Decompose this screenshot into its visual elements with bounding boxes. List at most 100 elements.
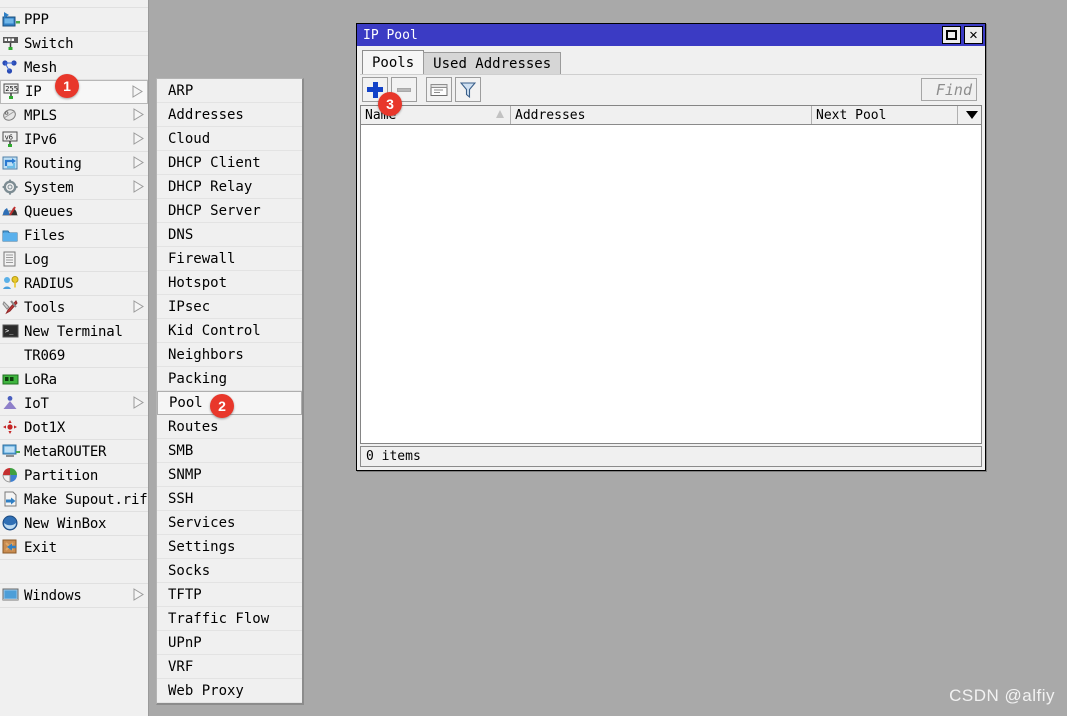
item-count-label: 0 items bbox=[366, 449, 421, 464]
main-menu-item-iot[interactable]: IoT bbox=[0, 392, 148, 416]
ip-submenu-item-vrf[interactable]: VRF bbox=[157, 655, 302, 679]
ip-submenu-item-smb[interactable]: SMB bbox=[157, 439, 302, 463]
ip-submenu-item-dns[interactable]: DNS bbox=[157, 223, 302, 247]
ip-submenu-item-label: Socks bbox=[168, 562, 211, 579]
ip-submenu-item-tftp[interactable]: TFTP bbox=[157, 583, 302, 607]
main-menu-item-queues[interactable]: Queues bbox=[0, 200, 148, 224]
main-menu-item-ppp[interactable]: PPP bbox=[0, 8, 148, 32]
maximize-icon bbox=[946, 30, 957, 40]
window-title: IP Pool bbox=[363, 27, 418, 43]
tab-pools[interactable]: Pools bbox=[362, 50, 425, 74]
ip-submenu-item-label: Pool bbox=[169, 395, 203, 411]
supout-icon bbox=[2, 491, 22, 509]
ip-submenu-item-snmp[interactable]: SNMP bbox=[157, 463, 302, 487]
svg-text:255: 255 bbox=[5, 85, 18, 93]
status-bar: 0 items bbox=[360, 446, 982, 467]
submenu-arrow-icon bbox=[131, 588, 145, 603]
ip-submenu-item-label: Cloud bbox=[168, 130, 211, 147]
ip-submenu-item-socks[interactable]: Socks bbox=[157, 559, 302, 583]
ip-submenu-item-label: Kid Control bbox=[168, 322, 261, 339]
properties-button[interactable] bbox=[426, 77, 452, 102]
ip-submenu-item-label: Web Proxy bbox=[168, 682, 244, 699]
column-header-next-pool[interactable]: Next Pool bbox=[812, 106, 958, 124]
ip-submenu-item-dhcp-client[interactable]: DHCP Client bbox=[157, 151, 302, 175]
close-icon: ✕ bbox=[969, 27, 978, 43]
tools-icon bbox=[2, 299, 22, 317]
ip-submenu-item-kid-control[interactable]: Kid Control bbox=[157, 319, 302, 343]
ip-submenu-item-web-proxy[interactable]: Web Proxy bbox=[157, 679, 302, 703]
main-menu-item-tools[interactable]: Tools bbox=[0, 296, 148, 320]
submenu-arrow-icon bbox=[131, 108, 145, 123]
ip-submenu-item-addresses[interactable]: Addresses bbox=[157, 103, 302, 127]
ip-submenu-item-label: VRF bbox=[168, 658, 194, 675]
screen-root: PPP Switch Mesh 255 IP MPLS v6 IPv6 Routing Syste… bbox=[0, 0, 1067, 716]
ip-submenu-item-firewall[interactable]: Firewall bbox=[157, 247, 302, 271]
main-menu-item-label: Windows bbox=[24, 587, 82, 604]
ip-submenu-item-dhcp-relay[interactable]: DHCP Relay bbox=[157, 175, 302, 199]
ip-submenu-item-label: Routes bbox=[168, 418, 219, 435]
watermark: CSDN @alfiy bbox=[949, 686, 1055, 705]
ip-submenu-item-label: Traffic Flow bbox=[168, 610, 270, 627]
submenu-arrow-icon bbox=[130, 84, 144, 100]
main-menu-item-new-winbox[interactable]: New WinBox bbox=[0, 512, 148, 536]
main-menu-item-lora[interactable]: LoRa bbox=[0, 368, 148, 392]
main-menu-item-log[interactable]: Log bbox=[0, 248, 148, 272]
main-menu-item-exit[interactable]: Exit bbox=[0, 536, 148, 560]
main-menu-item-label: Mesh bbox=[24, 59, 57, 76]
iot-icon bbox=[2, 395, 22, 413]
main-menu-item-radius[interactable]: RADIUS bbox=[0, 272, 148, 296]
properties-icon bbox=[430, 84, 448, 96]
maximize-button[interactable] bbox=[942, 26, 961, 44]
ip-submenu-item-arp[interactable]: ARP bbox=[157, 79, 302, 103]
step-badge-1: 1 bbox=[55, 74, 79, 98]
ip-submenu-item-label: IPsec bbox=[168, 298, 211, 315]
ip-submenu-item-ssh[interactable]: SSH bbox=[157, 487, 302, 511]
ip-submenu-item-label: Services bbox=[168, 514, 236, 531]
main-menu-item-windows[interactable]: Windows bbox=[0, 584, 148, 608]
tab-used-addresses[interactable]: Used Addresses bbox=[423, 52, 562, 74]
ip-submenu-item-packing[interactable]: Packing bbox=[157, 367, 302, 391]
mesh-icon bbox=[2, 59, 22, 77]
ip-submenu-item-settings[interactable]: Settings bbox=[157, 535, 302, 559]
ip-submenu-item-label: SMB bbox=[168, 442, 194, 459]
main-menu-item-new-terminal[interactable]: >_ New Terminal bbox=[0, 320, 148, 344]
ip-submenu-item-upnp[interactable]: UPnP bbox=[157, 631, 302, 655]
ip-submenu-item-traffic-flow[interactable]: Traffic Flow bbox=[157, 607, 302, 631]
ip-submenu-item-hotspot[interactable]: Hotspot bbox=[157, 271, 302, 295]
main-menu-item-label: LoRa bbox=[24, 371, 57, 388]
main-menu-item-switch[interactable]: Switch bbox=[0, 32, 148, 56]
submenu-arrow-icon bbox=[131, 156, 145, 171]
ip-submenu-item-label: UPnP bbox=[168, 634, 202, 651]
main-menu-item-files[interactable]: Files bbox=[0, 224, 148, 248]
ip-submenu-item-dhcp-server[interactable]: DHCP Server bbox=[157, 199, 302, 223]
ip-submenu-item-services[interactable]: Services bbox=[157, 511, 302, 535]
main-menu-item-routing[interactable]: Routing bbox=[0, 152, 148, 176]
filter-button[interactable] bbox=[455, 77, 481, 102]
main-menu-item-dot1x[interactable]: Dot1X bbox=[0, 416, 148, 440]
dot1x-icon bbox=[2, 419, 22, 437]
ip-submenu-item-neighbors[interactable]: Neighbors bbox=[157, 343, 302, 367]
find-placeholder: Find bbox=[935, 80, 972, 99]
ip-submenu-item-routes[interactable]: Routes bbox=[157, 415, 302, 439]
main-menu-item-mpls[interactable]: MPLS bbox=[0, 104, 148, 128]
ip-submenu-item-ipsec[interactable]: IPsec bbox=[157, 295, 302, 319]
ip-submenu-item-label: Firewall bbox=[168, 250, 236, 267]
column-header-label: Next Pool bbox=[816, 107, 887, 123]
main-menu-item-partition[interactable]: Partition bbox=[0, 464, 148, 488]
main-menu-item-metarouter[interactable]: MetaROUTER bbox=[0, 440, 148, 464]
main-menu-item-system[interactable]: System bbox=[0, 176, 148, 200]
main-menu-item-ipv6[interactable]: v6 IPv6 bbox=[0, 128, 148, 152]
window-titlebar[interactable]: IP Pool ✕ bbox=[357, 24, 985, 46]
system-gear-icon bbox=[2, 179, 22, 197]
main-menu-item-tr069[interactable]: TR069 bbox=[0, 344, 148, 368]
ip-submenu-item-cloud[interactable]: Cloud bbox=[157, 127, 302, 151]
pools-table-body[interactable] bbox=[361, 125, 981, 443]
main-menu-item-label: Log bbox=[24, 251, 49, 268]
windows-icon bbox=[2, 587, 22, 605]
column-chooser-button[interactable] bbox=[958, 106, 981, 124]
close-button[interactable]: ✕ bbox=[964, 26, 983, 44]
submenu-arrow-icon bbox=[131, 396, 145, 411]
main-menu-item-make-supout-rif[interactable]: Make Supout.rif bbox=[0, 488, 148, 512]
column-header-addresses[interactable]: Addresses bbox=[511, 106, 812, 124]
find-input[interactable]: Find bbox=[921, 78, 977, 101]
